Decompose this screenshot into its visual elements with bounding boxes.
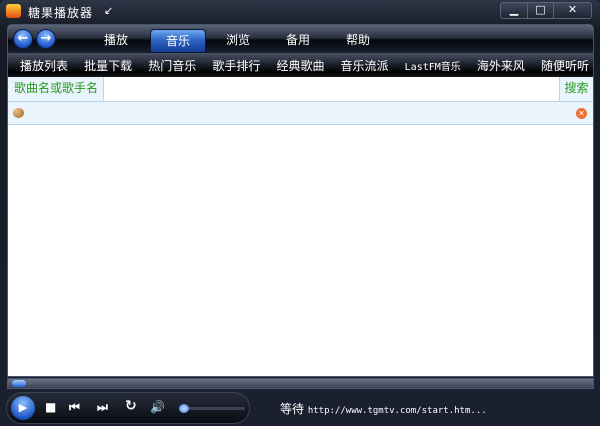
tab-browse[interactable]: 浏览: [210, 29, 266, 53]
music-subnav: 播放列表 批量下载 热门音乐 歌手排行 经典歌曲 音乐流派 LastFM音乐 海…: [8, 53, 593, 77]
status-label: 等待: [280, 402, 305, 416]
close-button[interactable]: ✕: [553, 3, 591, 18]
subnav-item[interactable]: 歌手排行: [212, 57, 260, 74]
tab-play[interactable]: 播放: [88, 29, 144, 53]
volume-icon[interactable]: 🔊: [150, 400, 165, 414]
mini-mode-icon[interactable]: ↙: [104, 4, 113, 17]
minimize-button[interactable]: ▁: [501, 3, 527, 18]
previous-button[interactable]: ⏮: [69, 400, 80, 415]
next-button[interactable]: ⏭: [97, 400, 108, 415]
subnav-item[interactable]: 播放列表: [20, 57, 68, 74]
volume-slider[interactable]: [179, 404, 245, 413]
app-logo-icon: [6, 4, 21, 18]
subnav-item[interactable]: 随便听听: [541, 57, 589, 74]
progress-slider[interactable]: [7, 378, 594, 389]
status-url: http://www.tgmtv.com/start.htm...: [307, 406, 487, 416]
search-bar: 歌曲名或歌手名 搜索: [8, 77, 593, 102]
close-icon[interactable]: ✕: [576, 108, 587, 119]
progress-handle[interactable]: [12, 380, 26, 387]
subnav-item[interactable]: 经典歌曲: [276, 57, 324, 74]
search-button[interactable]: 搜索: [559, 77, 593, 101]
status-text: 等待 http://www.tgmtv.com/start.htm...: [280, 400, 487, 417]
list-item[interactable]: ✕: [8, 102, 593, 125]
subnav-item[interactable]: LastFM音乐: [405, 58, 461, 73]
search-label: 歌曲名或歌手名: [8, 77, 104, 101]
playback-controls: ▶ ■ ⏮ ⏭ ↻ 🔊: [6, 392, 250, 424]
search-input[interactable]: [104, 77, 559, 101]
tab-music[interactable]: 音乐: [150, 29, 206, 53]
maximize-button[interactable]: □: [527, 3, 553, 18]
subnav-item[interactable]: 音乐流派: [341, 57, 389, 74]
tab-help[interactable]: 帮助: [330, 29, 386, 53]
back-button[interactable]: ←: [13, 29, 33, 49]
subnav-item[interactable]: 海外来风: [477, 57, 525, 74]
main-nav: ← → 播放 音乐 浏览 备用 帮助: [8, 25, 593, 53]
stop-button[interactable]: ■: [45, 400, 56, 414]
window-title: 糖果播放器: [28, 6, 94, 20]
forward-button[interactable]: →: [36, 29, 56, 49]
subnav-item[interactable]: 批量下载: [84, 57, 132, 74]
cookie-icon: [13, 108, 24, 118]
title-bar[interactable]: 糖果播放器 ↙ ▁ □ ✕: [0, 0, 600, 22]
repeat-button[interactable]: ↻: [125, 398, 137, 414]
tab-spare[interactable]: 备用: [270, 29, 326, 53]
subnav-item[interactable]: 热门音乐: [148, 57, 196, 74]
play-button[interactable]: ▶: [11, 396, 35, 420]
player-window: 糖果播放器 ↙ ▁ □ ✕ ← → 播放 音乐 浏览 备用 帮助 播放列表 批量…: [0, 0, 600, 426]
volume-handle[interactable]: [179, 404, 189, 413]
main-panel: ← → 播放 音乐 浏览 备用 帮助 播放列表 批量下载 热门音乐 歌手排行 经…: [7, 24, 594, 377]
